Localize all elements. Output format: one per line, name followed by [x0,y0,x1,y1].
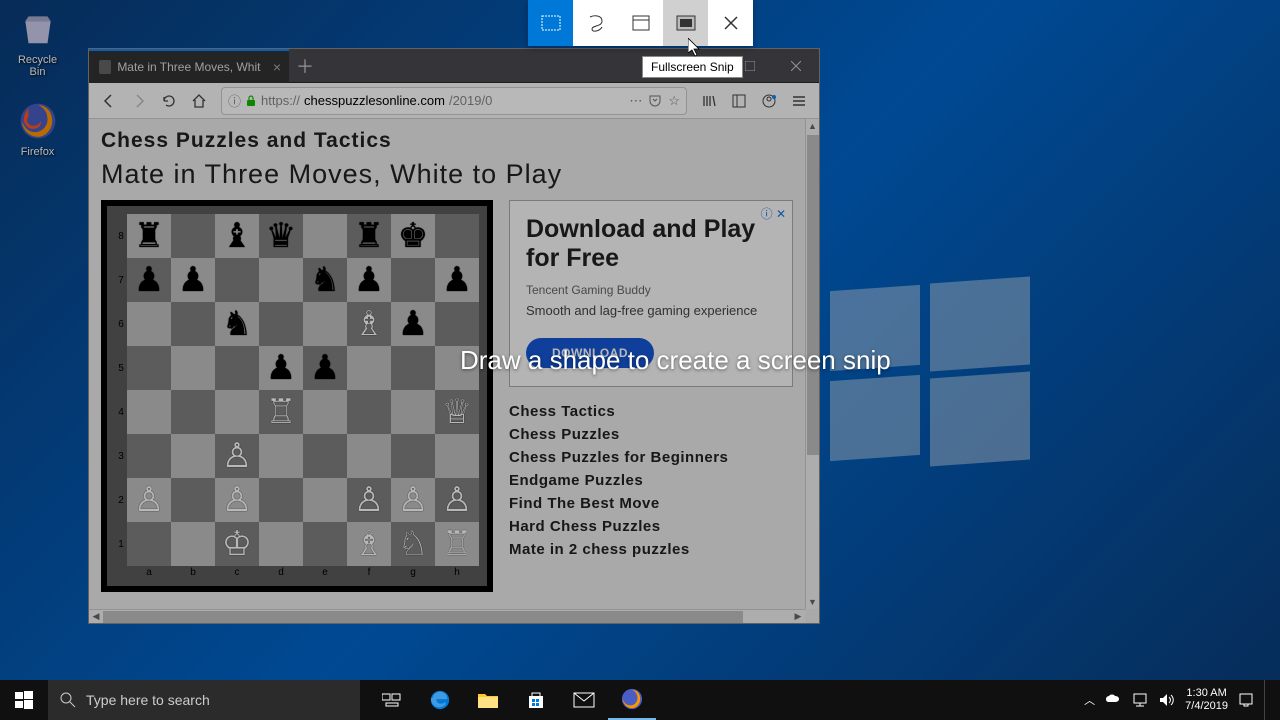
snip-close-button[interactable] [708,0,753,46]
mail-taskbar-icon[interactable] [560,680,608,720]
freeform-snip-icon [586,13,606,33]
fullscreen-snip-icon [676,15,696,31]
close-icon [724,16,738,30]
tray-clock[interactable]: 1:30 AM 7/4/2019 [1185,687,1228,713]
tray-chevron-icon[interactable]: ︿ [1084,692,1095,708]
search-icon [60,692,76,708]
tray-onedrive-icon[interactable] [1105,694,1123,706]
snip-hint-text: Draw a shape to create a screen snip [460,345,891,376]
freeform-snip-button[interactable] [573,0,618,46]
taskbar-search[interactable]: Type here to search [48,680,360,720]
tray-date: 7/4/2019 [1185,700,1228,713]
rectangular-snip-icon [541,15,561,31]
task-view-icon[interactable] [368,680,416,720]
start-button[interactable] [0,680,48,720]
fullscreen-snip-button[interactable] [663,0,708,46]
snip-tooltip: Fullscreen Snip [642,56,743,78]
tray-time: 1:30 AM [1185,687,1228,700]
file-explorer-taskbar-icon[interactable] [464,680,512,720]
window-snip-icon [632,15,650,31]
edge-taskbar-icon[interactable] [416,680,464,720]
window-snip-button[interactable] [618,0,663,46]
rectangular-snip-button[interactable] [528,0,573,46]
windows-start-icon [15,691,33,709]
tray-notifications-icon[interactable] [1238,692,1254,708]
show-desktop-button[interactable] [1264,680,1270,720]
store-taskbar-icon[interactable] [512,680,560,720]
tray-network-icon[interactable] [1133,693,1149,707]
tray-volume-icon[interactable] [1159,693,1175,707]
search-placeholder: Type here to search [86,692,210,708]
taskbar: Type here to search ︿ 1:30 AM 7/4/2019 [0,680,1280,720]
snip-toolbar [528,0,753,46]
firefox-taskbar-icon[interactable] [608,680,656,720]
